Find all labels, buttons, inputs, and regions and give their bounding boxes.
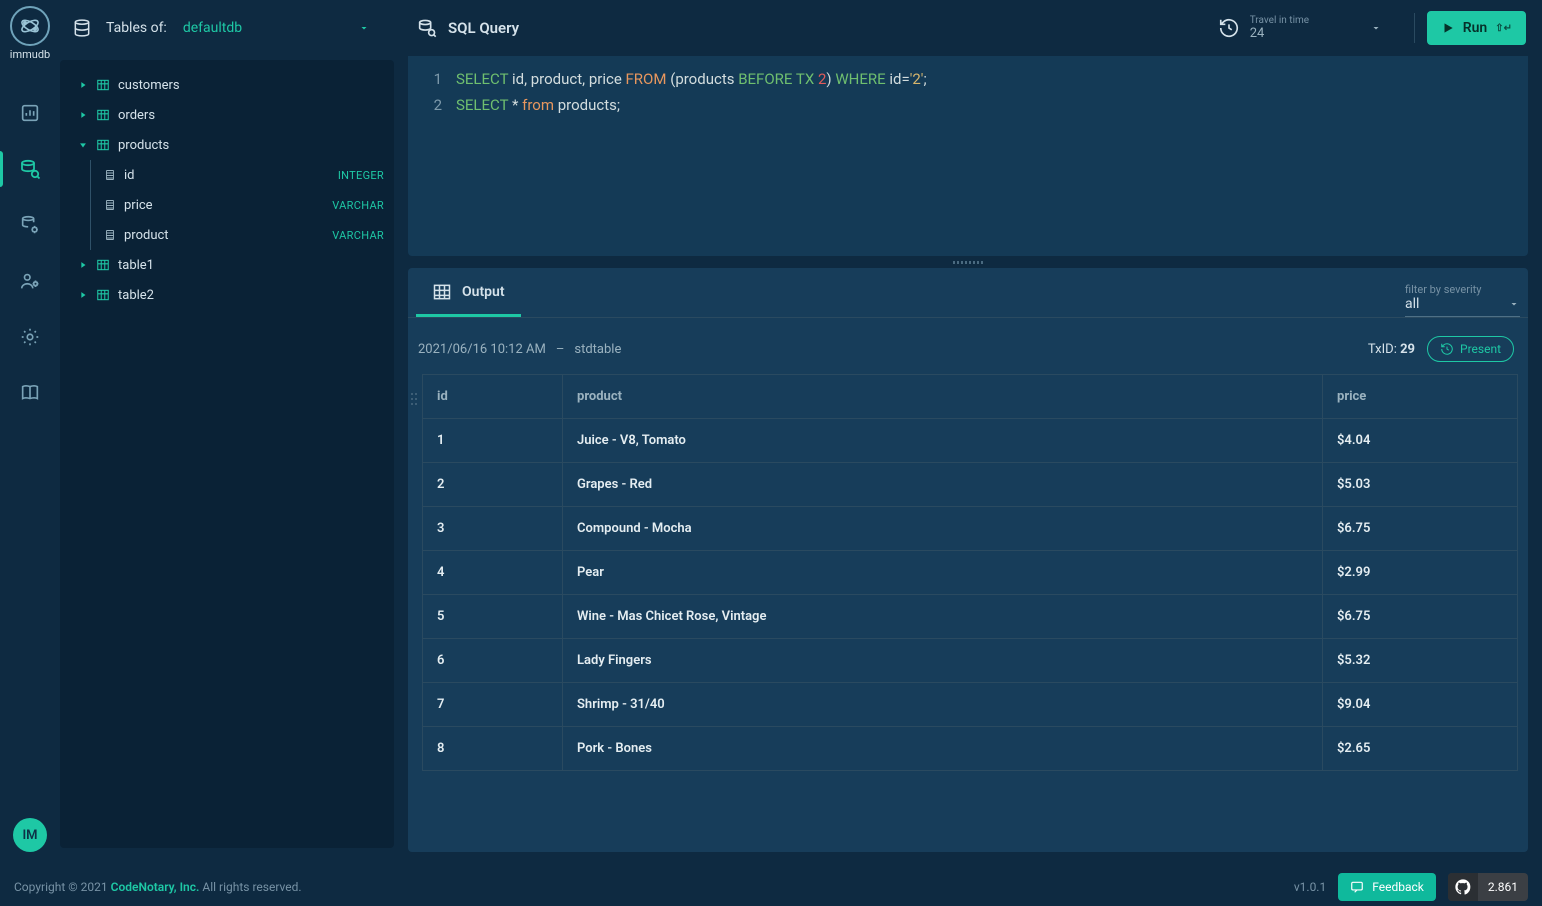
run-label: Run [1463, 20, 1488, 36]
play-icon [1441, 21, 1455, 35]
user-avatar[interactable]: IM [13, 818, 47, 852]
table-row[interactable]: 3Compound - Mocha$6.75 [423, 507, 1518, 551]
page-title-area: SQL Query [390, 17, 1218, 39]
nav-settings[interactable] [0, 313, 60, 361]
brand-name: immudb [10, 48, 50, 61]
chevron-down-icon [1370, 22, 1382, 34]
severity-filter[interactable]: filter by severity all [1405, 283, 1520, 317]
column-icon [104, 169, 116, 181]
page-title: SQL Query [448, 19, 519, 37]
table-icon [96, 78, 110, 92]
output-panel: Output filter by severity all [408, 268, 1528, 852]
topbar: Tables of: defaultdb SQL Query Travel in… [60, 0, 1542, 56]
col-product[interactable]: product [563, 375, 1323, 419]
nav-rail: immudb IM [0, 0, 60, 866]
caret-down-icon [76, 140, 90, 150]
github-stars: 2.861 [1478, 880, 1528, 894]
table-row[interactable]: 7Shrimp - 31/40$9.04 [423, 683, 1518, 727]
database-name: defaultdb [183, 20, 358, 36]
table-row[interactable]: 5Wine - Mas Chicet Rose, Vintage$6.75 [423, 595, 1518, 639]
chat-icon [1350, 880, 1364, 894]
table-table2[interactable]: table2 [60, 280, 394, 310]
result-source: stdtable [574, 342, 621, 357]
chevron-down-icon [1508, 298, 1520, 310]
table-row[interactable]: 6Lady Fingers$5.32 [423, 639, 1518, 683]
run-button[interactable]: Run ⇧↵ [1427, 11, 1526, 45]
travel-in-time[interactable]: Travel in time 24 [1218, 15, 1382, 41]
col-price[interactable]: price [1323, 375, 1518, 419]
caret-right-icon [76, 80, 90, 90]
filter-label: filter by severity [1405, 283, 1520, 296]
table-row[interactable]: 1Juice - V8, Tomato$4.04 [423, 419, 1518, 463]
travel-label: Travel in time [1250, 15, 1360, 26]
github-icon [1448, 873, 1478, 901]
result-timestamp: 2021/06/16 10:12 AM [418, 342, 546, 357]
tab-output[interactable]: Output [416, 269, 521, 317]
github-badge[interactable]: 2.861 [1448, 873, 1528, 901]
footer: Copyright © 2021 CodeNotary, Inc. All ri… [0, 866, 1542, 906]
tab-output-label: Output [462, 284, 505, 300]
caret-right-icon [76, 290, 90, 300]
nav-query[interactable] [0, 145, 60, 193]
col-id[interactable]: id [423, 375, 563, 419]
column-price[interactable]: priceVARCHAR [60, 190, 394, 220]
column-id[interactable]: idINTEGER [60, 160, 394, 190]
present-button[interactable]: Present [1427, 336, 1514, 362]
history-icon [1218, 17, 1240, 39]
nav-users[interactable] [0, 257, 60, 305]
column-icon [104, 229, 116, 241]
table-icon [96, 258, 110, 272]
table-icon [96, 138, 110, 152]
table-orders[interactable]: orders [60, 100, 394, 130]
table-icon [96, 288, 110, 302]
table-row[interactable]: 2Grapes - Red$5.03 [423, 463, 1518, 507]
database-icon [72, 18, 92, 38]
nav-dashboard[interactable] [0, 89, 60, 137]
table-table1[interactable]: table1 [60, 250, 394, 280]
feedback-button[interactable]: Feedback [1338, 873, 1436, 901]
tables-of-label: Tables of: [106, 20, 167, 36]
table-products[interactable]: products [60, 130, 394, 160]
nav-docs[interactable] [0, 369, 60, 417]
caret-right-icon [76, 260, 90, 270]
txid: TxID: 29 [1368, 342, 1415, 357]
table-explorer: customersordersproductsidINTEGERpriceVAR… [60, 60, 394, 848]
divider [1414, 13, 1415, 43]
caret-right-icon [76, 110, 90, 120]
database-select[interactable]: Tables of: defaultdb [60, 0, 390, 56]
brand-logo[interactable] [10, 6, 50, 46]
table-icon [432, 282, 452, 302]
filter-value: all [1405, 296, 1419, 312]
company-link[interactable]: CodeNotary, Inc. [111, 880, 200, 894]
drag-handle[interactable] [408, 256, 1528, 268]
column-product[interactable]: productVARCHAR [60, 220, 394, 250]
result-table: idproductprice1Juice - V8, Tomato$4.042G… [422, 374, 1518, 771]
drag-grip-icon[interactable] [408, 374, 420, 771]
travel-value: 24 [1250, 26, 1360, 41]
version: v1.0.1 [1294, 880, 1326, 894]
run-shortcut: ⇧↵ [1495, 23, 1512, 34]
table-row[interactable]: 8Pork - Bones$2.65 [423, 727, 1518, 771]
history-icon [1440, 342, 1454, 356]
sql-editor[interactable]: 1SELECT id, product, price FROM (product… [408, 56, 1528, 256]
work-area: 1SELECT id, product, price FROM (product… [408, 56, 1528, 852]
table-row[interactable]: 4Pear$2.99 [423, 551, 1518, 595]
nav-db-settings[interactable] [0, 201, 60, 249]
sql-icon [416, 17, 438, 39]
column-icon [104, 199, 116, 211]
chevron-down-icon [358, 22, 370, 34]
table-icon [96, 108, 110, 122]
table-customers[interactable]: customers [60, 70, 394, 100]
